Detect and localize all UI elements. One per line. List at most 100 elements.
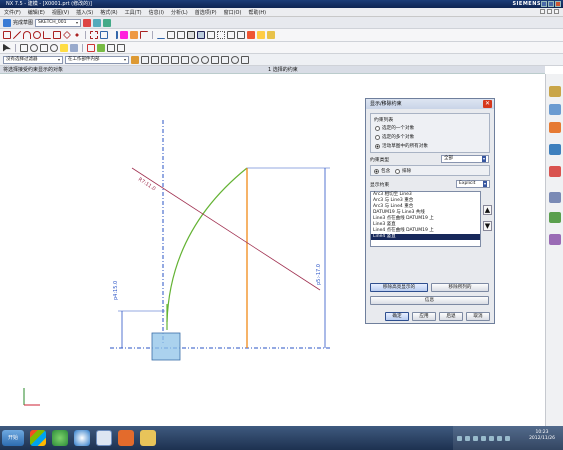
reattach-icon[interactable]: [93, 18, 102, 27]
constraint-type-select[interactable]: 全部 ▾: [441, 155, 489, 163]
corner-icon[interactable]: [140, 31, 148, 39]
remove-highlighted-button[interactable]: 移除高亮显示的: [370, 283, 428, 292]
offset-curve-icon[interactable]: [90, 31, 98, 39]
windows-icon[interactable]: [30, 430, 46, 446]
render-style-icon[interactable]: [60, 43, 68, 52]
radio-multiple-objects[interactable]: 选定的多个对象: [375, 134, 414, 140]
zoom-icon[interactable]: [30, 43, 38, 52]
roles-icon[interactable]: [549, 234, 561, 245]
tray-icon[interactable]: [465, 435, 470, 441]
fillet-icon[interactable]: [43, 31, 51, 39]
alternate-solution-icon[interactable]: [227, 31, 235, 39]
delete-icon[interactable]: [247, 31, 255, 39]
rotate-icon[interactable]: [50, 43, 58, 52]
finish-sketch-button[interactable]: 完成草图: [13, 19, 33, 26]
menu-help[interactable]: 帮助(H): [248, 9, 266, 16]
dim-p5-label[interactable]: p5:-17.0: [316, 264, 322, 285]
tray-icon[interactable]: [457, 435, 462, 441]
cancel-button[interactable]: 取消: [466, 312, 490, 321]
nx-taskbar-icon[interactable]: [96, 430, 112, 446]
rectangle-icon[interactable]: [53, 31, 61, 39]
tangent-snap-icon[interactable]: [231, 55, 239, 64]
system-materials-icon[interactable]: [549, 212, 561, 223]
radio-single-object[interactable]: 选定的一个对象: [375, 125, 414, 131]
remove-listed-button[interactable]: 移除所列的: [431, 283, 489, 292]
menu-format[interactable]: 格式(R): [100, 9, 117, 16]
back-button[interactable]: 后退: [439, 312, 463, 321]
quadrant-snap-icon[interactable]: [201, 55, 209, 64]
auto-constrain-icon[interactable]: [177, 31, 185, 39]
history-icon[interactable]: [549, 192, 561, 203]
tray-icon[interactable]: [481, 435, 486, 441]
scroll-up-arrow-icon[interactable]: ▲: [483, 205, 492, 215]
pan-icon[interactable]: [40, 43, 48, 52]
menu-tools[interactable]: 工具(T): [125, 9, 142, 16]
point-icon[interactable]: [73, 31, 81, 39]
constraints-icon[interactable]: [167, 31, 175, 39]
convert-reference-icon[interactable]: [217, 31, 225, 39]
menu-edit[interactable]: 编辑(E): [28, 9, 45, 16]
sketch-origin-highlight[interactable]: [151, 332, 181, 361]
animate-dimension-icon[interactable]: [207, 31, 215, 39]
info-button[interactable]: 信息: [370, 296, 489, 305]
wcs-icon[interactable]: [107, 43, 115, 52]
trim-icon[interactable]: [120, 31, 128, 39]
pattern-icon[interactable]: [100, 31, 108, 39]
list-item-selected[interactable]: Line4 竖直: [371, 234, 480, 240]
show-constraints-icon[interactable]: [187, 31, 195, 39]
orient-icon[interactable]: [70, 43, 78, 52]
finish-sketch-icon[interactable]: [3, 18, 11, 27]
sketch-name-select[interactable]: SKETCH_001 ▾: [35, 18, 82, 27]
radius-dimension-label[interactable]: R7:11.0: [137, 177, 157, 193]
presentation-icon[interactable]: [118, 430, 134, 446]
dim-p4-label[interactable]: p4:15.0: [113, 281, 119, 300]
tray-icon[interactable]: [489, 435, 494, 441]
start-button[interactable]: 开始: [2, 430, 24, 446]
ok-button[interactable]: 确定: [385, 312, 409, 321]
menu-insert[interactable]: 插入(S): [76, 9, 93, 16]
menu-info[interactable]: 信息(I): [149, 9, 164, 16]
center-snap-icon[interactable]: [191, 55, 199, 64]
radio-all-objects[interactable]: 活动草图中的所有对象: [375, 143, 428, 149]
snap-icon[interactable]: [141, 55, 149, 64]
point-snap-icon[interactable]: [241, 55, 249, 64]
reuse-library-icon[interactable]: [549, 144, 561, 155]
circle-icon[interactable]: [33, 31, 41, 39]
sketch-palette-icon[interactable]: [257, 31, 265, 39]
menu-file[interactable]: 文件(F): [4, 9, 21, 16]
hide-icon[interactable]: [117, 43, 125, 52]
constraint-listbox[interactable]: Arc3 相切至 Line3 Arc3 与 Line3 重合 Arc3 与 Li…: [370, 191, 481, 247]
layer-icon[interactable]: [97, 43, 105, 52]
close-button[interactable]: [555, 1, 561, 7]
constraint-navigator-icon[interactable]: [549, 104, 561, 115]
endpoint-snap-icon[interactable]: [151, 55, 159, 64]
scroll-down-arrow-icon[interactable]: ▼: [483, 221, 492, 231]
minimize-button[interactable]: [541, 1, 547, 7]
app-s-icon[interactable]: [74, 430, 90, 446]
line-icon[interactable]: [13, 31, 21, 39]
assembly-navigator-icon[interactable]: [549, 86, 561, 97]
polygon-icon[interactable]: [63, 31, 71, 39]
tray-icon[interactable]: [505, 435, 510, 441]
tray-icon[interactable]: [473, 435, 478, 441]
selection-scope-select[interactable]: 在工作部件内部 ▾: [65, 55, 129, 64]
menu-window[interactable]: 窗口(O): [224, 9, 242, 16]
help-icon[interactable]: [267, 31, 275, 39]
orient-view-icon[interactable]: [83, 18, 92, 27]
tray-icon[interactable]: [497, 435, 502, 441]
dimension-icon[interactable]: [157, 31, 165, 39]
folder-icon[interactable]: [140, 430, 156, 446]
clock[interactable]: 10:23 2012/11/26: [529, 430, 555, 442]
extend-icon[interactable]: [130, 31, 138, 39]
doc-minimize-button[interactable]: [540, 9, 545, 14]
midpoint-snap-icon[interactable]: [161, 55, 169, 64]
general-select-icon[interactable]: [131, 55, 139, 64]
control-point-snap-icon[interactable]: [171, 55, 179, 64]
point-on-curve-snap-icon[interactable]: [211, 55, 219, 64]
mirror-icon[interactable]: [110, 31, 118, 39]
radio-include[interactable]: 包含: [374, 168, 390, 174]
type-filter-select[interactable]: 没有选择过滤器 ▾: [3, 55, 63, 64]
arc-icon[interactable]: [23, 31, 31, 39]
part-navigator-icon[interactable]: [549, 122, 561, 133]
intersection-snap-icon[interactable]: [181, 55, 189, 64]
